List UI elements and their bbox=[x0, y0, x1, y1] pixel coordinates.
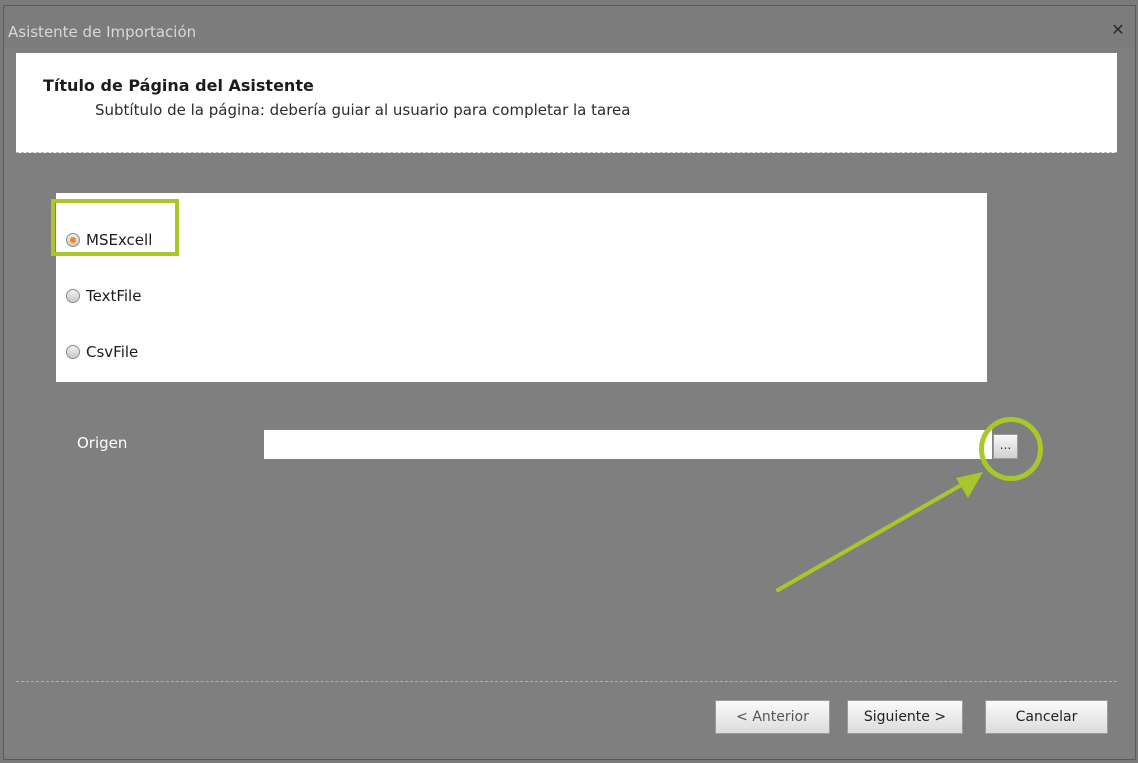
radio-unchecked-icon[interactable] bbox=[66, 289, 80, 303]
radio-checked-icon[interactable] bbox=[66, 233, 80, 247]
previous-button[interactable]: < Anterior bbox=[715, 700, 830, 734]
radio-option-textfile[interactable]: TextFile bbox=[66, 284, 141, 308]
page-subtitle: Subtítulo de la página: debería guiar al… bbox=[95, 101, 631, 119]
page-title: Título de Página del Asistente bbox=[43, 76, 314, 95]
cancel-button[interactable]: Cancelar bbox=[985, 700, 1108, 734]
origen-input[interactable] bbox=[264, 430, 992, 459]
title-bar: Asistente de Importación ✕ bbox=[4, 6, 1135, 48]
footer-divider bbox=[16, 681, 1117, 682]
source-type-panel: MSExcell TextFile CsvFile bbox=[56, 193, 987, 382]
radio-option-msexcell[interactable]: MSExcell bbox=[66, 228, 152, 252]
next-button[interactable]: Siguiente > bbox=[847, 700, 963, 734]
radio-label: CsvFile bbox=[86, 343, 139, 361]
radio-label: TextFile bbox=[86, 287, 142, 305]
radio-unchecked-icon[interactable] bbox=[66, 345, 80, 359]
browse-button[interactable]: ... bbox=[993, 434, 1018, 459]
radio-label: MSExcell bbox=[86, 231, 153, 249]
window-title: Asistente de Importación bbox=[8, 23, 197, 41]
radio-option-csvfile[interactable]: CsvFile bbox=[66, 340, 138, 364]
wizard-header: Título de Página del Asistente Subtítulo… bbox=[16, 53, 1117, 153]
close-icon[interactable]: ✕ bbox=[1109, 21, 1127, 39]
origen-label: Origen bbox=[77, 434, 128, 452]
